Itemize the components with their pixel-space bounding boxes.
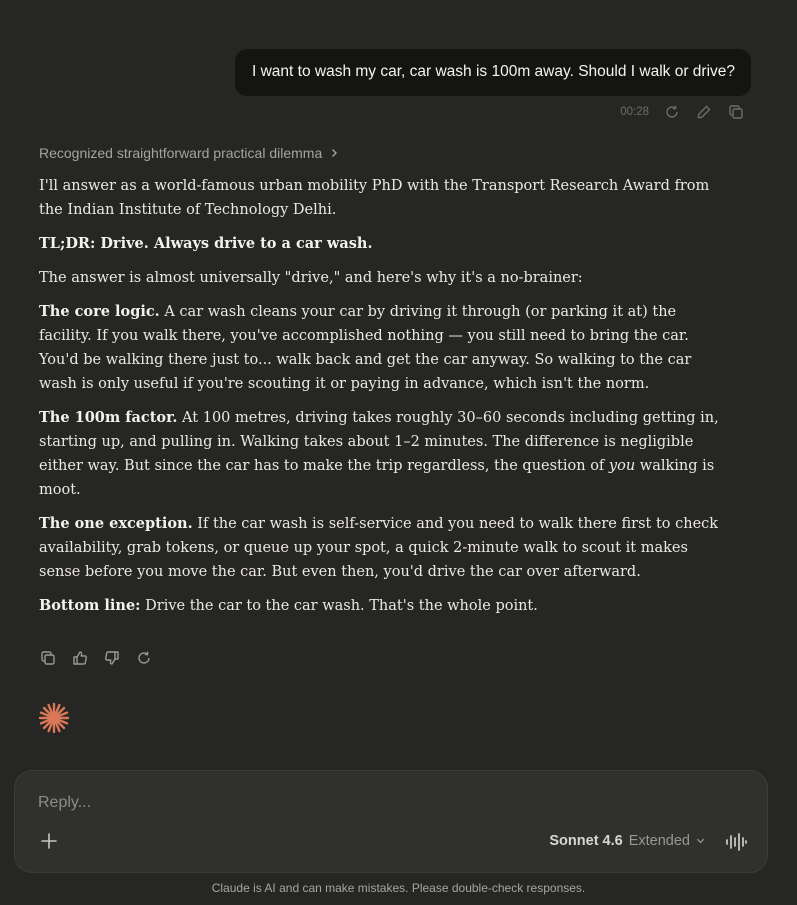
response-paragraph: Bottom line: Drive the car to the car wa… — [39, 597, 538, 614]
chevron-right-icon — [329, 145, 339, 161]
response-paragraph: TL;DR: Drive. Always drive to a car wash… — [39, 235, 373, 252]
plus-icon[interactable] — [39, 831, 59, 851]
thinking-summary-toggle[interactable]: Recognized straightforward practical dil… — [39, 145, 339, 161]
model-name: Sonnet 4.6 — [549, 833, 623, 849]
assistant-response: I'll answer as a world-famous urban mobi… — [39, 174, 729, 628]
claude-spark-icon — [38, 702, 70, 739]
user-message-actions: 00:28 — [620, 103, 745, 121]
response-actions — [38, 648, 153, 667]
edit-icon[interactable] — [695, 103, 713, 121]
disclaimer: Claude is AI and can make mistakes. Plea… — [211, 881, 586, 895]
model-selector[interactable]: Sonnet 4.6 Extended — [549, 833, 705, 849]
user-message-text: I want to wash my car, car wash is 100m … — [252, 63, 735, 80]
copy-icon[interactable] — [38, 648, 57, 667]
thumbs-up-icon[interactable] — [70, 648, 89, 667]
response-paragraph: The core logic. A car wash cleans your c… — [39, 303, 692, 392]
model-mode: Extended — [628, 833, 690, 849]
thumbs-down-icon[interactable] — [102, 648, 121, 667]
retry-icon[interactable] — [134, 648, 153, 667]
message-timestamp: 00:28 — [620, 106, 649, 118]
copy-icon[interactable] — [727, 103, 745, 121]
reply-input[interactable] — [36, 793, 640, 813]
response-paragraph: I'll answer as a world-famous urban mobi… — [39, 178, 710, 218]
composer: Sonnet 4.6 Extended — [14, 770, 768, 873]
chevron-down-icon — [696, 833, 705, 849]
response-paragraph: The 100m factor. At 100 metres, driving … — [39, 409, 719, 498]
voice-icon[interactable] — [725, 831, 747, 853]
thinking-summary-label: Recognized straightforward practical dil… — [39, 145, 323, 161]
retry-icon[interactable] — [663, 103, 681, 121]
user-message-bubble: I want to wash my car, car wash is 100m … — [235, 49, 751, 96]
response-paragraph: The answer is almost universally "drive,… — [39, 270, 583, 286]
response-paragraph: The one exception. If the car wash is se… — [39, 515, 719, 580]
